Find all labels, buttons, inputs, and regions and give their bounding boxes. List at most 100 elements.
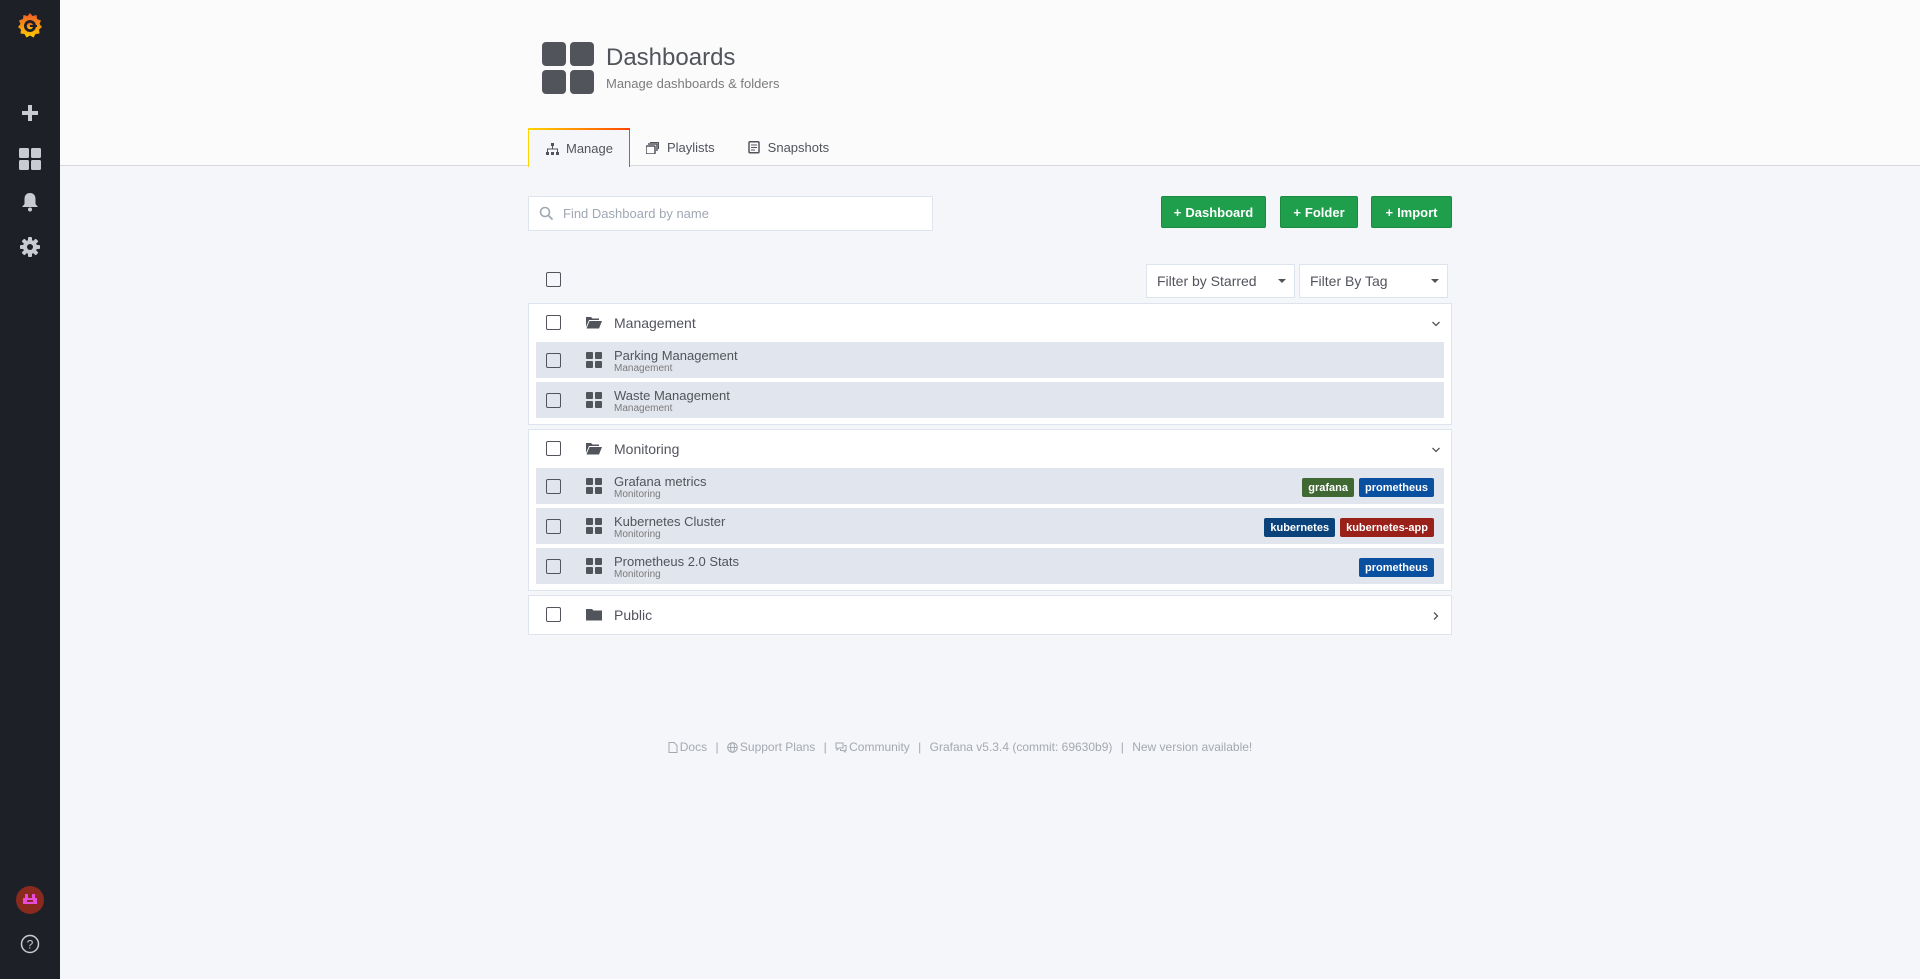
dashboard-icon — [586, 392, 602, 408]
dashboard-title[interactable]: Parking Management — [614, 348, 738, 363]
plus-icon: + — [1385, 204, 1394, 220]
folder-icon — [586, 608, 602, 622]
tag[interactable]: kubernetes — [1264, 518, 1336, 537]
support-link[interactable]: Support Plans — [727, 740, 815, 754]
tag[interactable]: prometheus — [1359, 478, 1434, 497]
folder-checkbox[interactable] — [546, 607, 561, 622]
dashboard-checkbox[interactable] — [546, 479, 561, 494]
folder-title: Monitoring — [614, 441, 680, 457]
filter-starred-label: Filter by Starred — [1157, 273, 1257, 289]
filter-starred-select[interactable]: Filter by Starred — [1146, 264, 1295, 298]
tab-playlists[interactable]: Playlists — [630, 128, 731, 167]
dashboard-checkbox[interactable] — [546, 559, 561, 574]
tab-snapshots-label: Snapshots — [767, 140, 830, 155]
plus-icon: + — [1173, 204, 1182, 220]
docs-link[interactable]: Docs — [668, 740, 707, 754]
dashboard-row[interactable]: Kubernetes Cluster Monitoring kubernetes… — [536, 508, 1444, 544]
folder-checkbox[interactable] — [546, 315, 561, 330]
dashboard-title[interactable]: Waste Management — [614, 388, 730, 403]
dashboard-title[interactable]: Kubernetes Cluster — [614, 514, 725, 529]
new-dashboard-label: Dashboard — [1185, 204, 1254, 220]
separator: | — [715, 740, 719, 754]
chevron-right-icon[interactable] — [1431, 608, 1441, 626]
plus-icon[interactable] — [0, 93, 60, 133]
dashboard-search[interactable] — [528, 196, 933, 231]
globe-icon — [727, 742, 738, 756]
dashboard-row[interactable]: Grafana metrics Monitoring grafana prome… — [536, 468, 1444, 504]
tag-list: prometheus — [1359, 558, 1434, 577]
chevron-down-icon[interactable] — [1431, 442, 1441, 460]
tab-playlists-label: Playlists — [666, 140, 715, 155]
tag[interactable]: grafana — [1302, 478, 1355, 497]
support-label: Support Plans — [739, 740, 816, 754]
dashboard-icon — [586, 518, 602, 534]
sitemap-icon — [545, 142, 559, 156]
comments-icon — [835, 742, 847, 756]
dashboards-header-icon — [542, 42, 594, 94]
dashboard-row[interactable]: Waste Management Management — [536, 382, 1444, 418]
update-link[interactable]: New version available! — [1132, 740, 1252, 754]
docs-label: Docs — [679, 740, 708, 754]
page-title: Dashboards — [606, 44, 736, 71]
bell-icon[interactable] — [0, 182, 60, 222]
folder-header[interactable]: Public — [529, 596, 1451, 634]
import-label: Import — [1397, 204, 1438, 220]
grafana-logo-icon[interactable] — [0, 6, 60, 46]
help-icon[interactable]: ? — [0, 924, 60, 964]
dashboard-folder: Monitoring — [614, 489, 661, 500]
dashboard-folder: Management — [614, 363, 673, 374]
chevron-down-icon[interactable] — [1431, 316, 1441, 334]
version-text: Grafana v5.3.4 (commit: 69630b9) — [929, 740, 1113, 754]
community-link[interactable]: Community — [835, 740, 910, 754]
search-input[interactable] — [563, 206, 923, 221]
dashboard-folder: Monitoring — [614, 569, 661, 580]
tag[interactable]: kubernetes-app — [1340, 518, 1434, 537]
dashboard-folder: Monitoring — [614, 529, 661, 540]
search-icon — [529, 206, 563, 221]
filter-tag-select[interactable]: Filter By Tag — [1299, 264, 1448, 298]
folder-title: Management — [614, 315, 696, 331]
page-header: Dashboards Manage dashboards & folders M… — [60, 0, 1920, 167]
avatar[interactable] — [0, 880, 60, 920]
tab-manage[interactable]: Manage — [528, 128, 630, 167]
separator: | — [918, 740, 922, 754]
dashboard-checkbox[interactable] — [546, 353, 561, 368]
tag-list: kubernetes kubernetes-app — [1264, 518, 1434, 537]
folder-open-icon — [586, 316, 602, 330]
playlist-icon — [646, 141, 660, 155]
new-folder-label: Folder — [1304, 204, 1345, 220]
dashboard-title[interactable]: Grafana metrics — [614, 474, 706, 489]
plus-icon: + — [1293, 204, 1301, 220]
new-folder-button[interactable]: + Folder — [1280, 196, 1358, 228]
dashboard-title[interactable]: Prometheus 2.0 Stats — [614, 554, 739, 569]
dashboard-checkbox[interactable] — [546, 393, 561, 408]
tag[interactable]: prometheus — [1359, 558, 1434, 577]
separator: | — [823, 740, 827, 754]
dashboard-row[interactable]: Prometheus 2.0 Stats Monitoring promethe… — [536, 548, 1444, 584]
new-dashboard-button[interactable]: + Dashboard — [1161, 196, 1266, 228]
filter-tag-label: Filter By Tag — [1310, 273, 1388, 289]
caret-down-icon — [1431, 279, 1439, 283]
file-icon — [668, 742, 678, 756]
dashboard-icon — [586, 478, 602, 494]
folder-checkbox[interactable] — [546, 441, 561, 456]
folder-section-public: Public — [528, 595, 1452, 635]
tab-manage-label: Manage — [566, 141, 613, 156]
dashboard-checkbox[interactable] — [546, 519, 561, 534]
community-label: Community — [849, 740, 910, 754]
folder-header[interactable]: Monitoring — [529, 430, 1451, 468]
gear-icon[interactable] — [0, 227, 60, 267]
separator: | — [1120, 740, 1124, 754]
dashboard-icon — [586, 352, 602, 368]
tab-snapshots[interactable]: Snapshots — [731, 128, 845, 167]
dashboard-row[interactable]: Parking Management Management — [536, 342, 1444, 378]
footer: Docs | Support Plans | Community | Grafa… — [0, 740, 1920, 756]
snapshot-icon — [747, 141, 761, 155]
sidemenu: ? — [0, 0, 60, 979]
dashboards-icon[interactable] — [0, 139, 60, 179]
import-button[interactable]: + Import — [1371, 196, 1452, 228]
svg-text:?: ? — [27, 938, 34, 952]
caret-down-icon — [1278, 279, 1286, 283]
select-all-checkbox[interactable] — [546, 272, 561, 287]
folder-header[interactable]: Management — [529, 304, 1451, 342]
